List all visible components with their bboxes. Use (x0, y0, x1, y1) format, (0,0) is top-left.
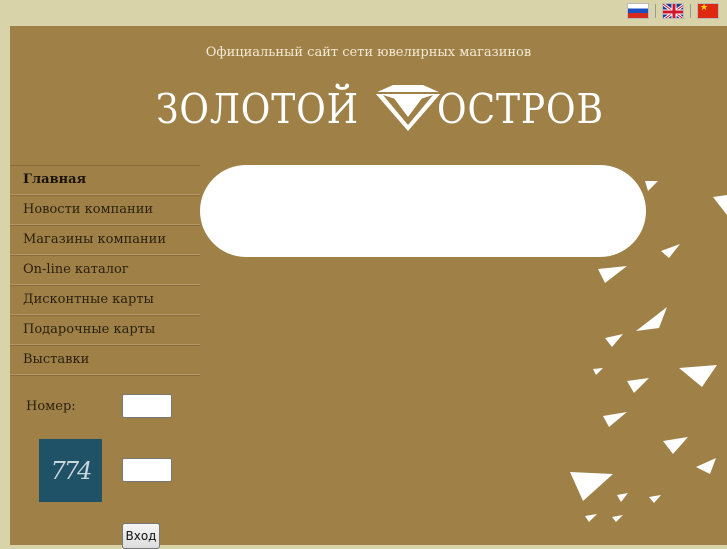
diamond-icon (374, 85, 441, 131)
top-bar: ★ (0, 0, 727, 26)
site-tagline: Официальный сайт сети ювелирных магазино… (205, 45, 532, 60)
logo-text-left: ЗОЛОТОЙ (156, 85, 360, 133)
login-button[interactable]: Вход (122, 523, 160, 549)
language-switcher: ★ (617, 3, 719, 19)
menu-item-home[interactable]: Главная (10, 165, 200, 195)
menu-list: Главная Новости компании Магазины компан… (10, 165, 200, 376)
number-label: Номер: (26, 399, 76, 414)
menu-item-gift-cards[interactable]: Подарочные карты (10, 315, 200, 345)
site-logo[interactable]: ЗОЛОТОЙ ОСТРОВ (156, 84, 626, 134)
menu-item-catalog[interactable]: On-line каталог (10, 255, 200, 285)
captcha-image: 774 (39, 439, 102, 502)
flag-uk-icon[interactable] (662, 3, 684, 19)
diamond-shards-decoration (570, 181, 727, 522)
flag-cn-icon[interactable]: ★ (697, 3, 719, 19)
flag-separator (690, 4, 691, 18)
menu-item-discount-cards[interactable]: Дисконтные карты (10, 285, 200, 315)
logo-text-right: ОСТРОВ (436, 85, 604, 133)
menu-item-stores[interactable]: Магазины компании (10, 225, 200, 255)
menu-item-exhibitions[interactable]: Выставки (10, 345, 200, 375)
main-panel: Официальный сайт сети ювелирных магазино… (10, 26, 727, 549)
captcha-input[interactable] (122, 458, 172, 482)
menu-item-news[interactable]: Новости компании (10, 195, 200, 225)
login-form: Номер: 774 Вход (10, 386, 200, 549)
flag-ru-icon[interactable] (627, 3, 649, 19)
sidebar-menu: Главная Новости компании Магазины компан… (10, 165, 200, 376)
number-input[interactable] (122, 394, 172, 418)
flag-separator (655, 4, 656, 18)
